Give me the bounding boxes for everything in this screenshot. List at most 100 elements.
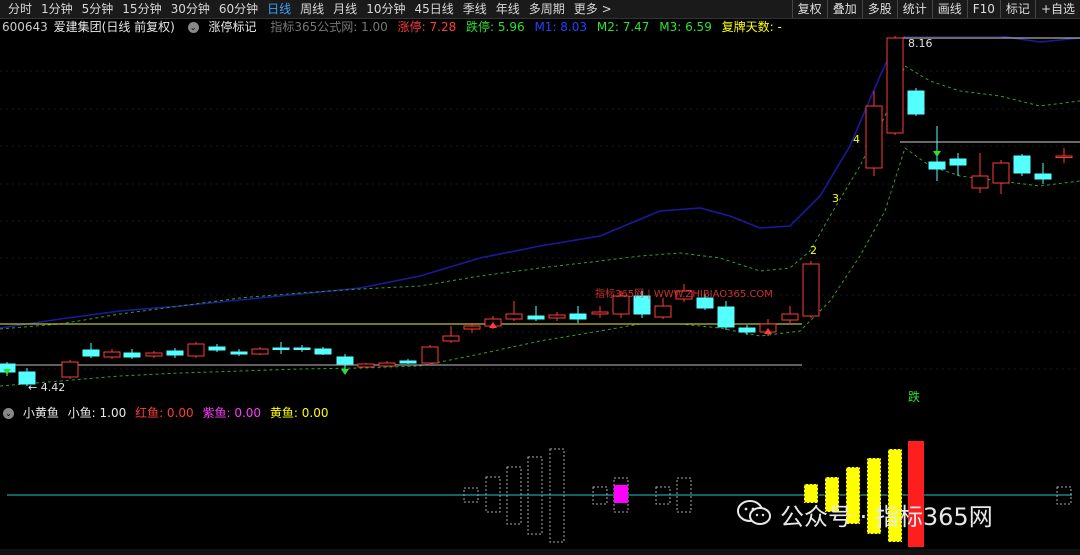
dieting-value: 跌停: 5.96 [466,20,525,34]
period-tab[interactable]: 周线 [296,0,329,18]
candle-body[interactable] [527,315,545,320]
candlestick-chart[interactable]: 8.16 ← 4.42 2 3 4 指标365网 | WWW.ZHIBIAO36… [0,36,1080,404]
candle-body[interactable] [336,356,354,365]
candle-body[interactable] [61,361,79,378]
period-tabs: 分时 1分钟 5分钟 15分钟 30分钟 60分钟 日线 周线 月线 10分钟 45日线 季线 年线 多周… [4,0,617,18]
hongyu-value: 红鱼: 0.00 [135,406,194,420]
candle-body[interactable] [781,313,799,321]
mid-watermark: 指标365网 | WWW.ZHIBIAO365.COM [595,287,773,300]
low-price-label: ← 4.42 [28,381,65,394]
candle-body[interactable] [103,351,121,358]
candle-body[interactable] [463,325,481,330]
m1-value: M1: 8.03 [534,20,588,34]
arrow-down-icon [341,369,349,375]
fupan-days: 复牌天数: - [721,20,782,34]
candle-body[interactable] [230,351,248,355]
toolbar-button[interactable]: +自选 [1034,0,1080,18]
upper-band-line [0,36,1080,329]
huangyu-value: 黄鱼: 0.00 [269,406,329,420]
candle-body[interactable] [591,311,609,315]
period-tab[interactable]: 5分钟 [78,0,119,18]
indicator-bar-purple [614,485,628,503]
candle-body[interactable] [1055,155,1073,158]
wechat-watermark: 公众号 · 指标365网 [780,503,993,531]
candle-body[interactable] [1013,155,1031,174]
candle-body[interactable] [208,346,226,351]
candle-body[interactable] [886,37,904,134]
stock-code: 600643 [2,20,48,34]
period-tab[interactable]: 多周期 [525,0,570,18]
ziyu-value: 紫鱼: 0.00 [202,406,262,420]
period-tab[interactable]: 季线 [459,0,492,18]
candle-body[interactable] [314,348,332,355]
candle-body[interactable] [738,327,756,333]
toolbar: 分时 1分钟 5分钟 15分钟 30分钟 60分钟 日线 周线 月线 10分钟 45日线 季线 年线 多周… [0,0,1080,19]
indicator-title[interactable]: 小黄鱼 [23,406,59,420]
candle-body[interactable] [145,352,163,357]
bottom-axis [0,549,1080,555]
indicator-settings-icon[interactable]: ⌄ [3,408,14,419]
candle-body[interactable] [251,348,269,355]
marker-4: 4 [853,133,860,146]
right-toolbar: 复权 叠加 多股 统计 画线 F10 标记 +自选 [791,0,1080,18]
toolbar-button[interactable]: 叠加 [826,0,862,18]
candle-body[interactable] [82,349,100,357]
die-label: 跌 [908,389,920,404]
toolbar-button[interactable]: F10 [966,0,1000,18]
period-tab[interactable]: 60分钟 [215,0,263,18]
stock-name[interactable]: 爱建集团(日线 前复权) [54,20,175,34]
indicator-name[interactable]: 涨停标记 [208,20,256,34]
marker-2: 2 [810,244,817,257]
candle-body[interactable] [378,362,396,367]
zhangting-value: 涨停: 7.28 [397,20,457,34]
period-tab[interactable]: 月线 [329,0,362,18]
arrow-down-icon [933,151,941,157]
candle-body[interactable] [548,314,566,319]
candle-body[interactable] [399,360,417,364]
source-label: 指标365公式网: 1.00 [270,20,388,34]
candle-body[interactable] [865,105,883,169]
candle-body[interactable] [654,305,672,318]
candle-body[interactable] [1034,173,1052,180]
period-tab[interactable]: 30分钟 [167,0,215,18]
period-tab[interactable]: 1分钟 [37,0,78,18]
candle-body[interactable] [123,352,141,358]
candle-body[interactable] [357,363,375,368]
high-price-label: 8.16 [908,37,933,50]
indicator-header: ⌄ 小黄鱼 小鱼: 1.00 红鱼: 0.00 紫鱼: 0.00 黄鱼: 0.0… [0,404,1080,422]
period-tab[interactable]: 更多 > [570,0,617,18]
candle-body[interactable] [907,90,925,115]
info-bar: 600643 爱建集团(日线 前复权) ⌄ 涨停标记 指标365公式网: 1.0… [0,18,1080,36]
candle-body[interactable] [717,306,735,328]
candle-body[interactable] [293,347,311,350]
candle-body[interactable] [949,158,967,166]
toolbar-button[interactable]: 多股 [861,0,897,18]
period-tab[interactable]: 10分钟 [362,0,410,18]
period-tab[interactable]: 分时 [4,0,37,18]
toolbar-button[interactable]: 统计 [896,0,932,18]
candle-body[interactable] [802,263,820,317]
candle-body[interactable] [442,335,460,342]
candle-body[interactable] [971,175,989,189]
settings-icon[interactable]: ⌄ [187,22,199,33]
period-tab[interactable]: 年线 [492,0,525,18]
candle-body[interactable] [187,343,205,357]
candle-body[interactable] [421,346,439,364]
wechat-icon [737,500,771,525]
marker-3: 3 [832,192,839,205]
candle-body[interactable] [928,161,946,170]
candle-body[interactable] [992,162,1010,184]
period-tab[interactable]: 日线 [263,0,296,18]
candle-body[interactable] [272,347,290,350]
period-tab[interactable]: 15分钟 [118,0,166,18]
period-tab[interactable]: 45日线 [410,0,458,18]
m2-value: M2: 7.47 [596,20,650,34]
candle-body[interactable] [505,313,523,320]
candle-body[interactable] [166,350,184,356]
candles-group [0,36,1073,386]
candle-body[interactable] [569,313,587,320]
toolbar-button[interactable]: 画线 [931,0,967,18]
toolbar-button[interactable]: 复权 [791,0,827,18]
toolbar-button[interactable]: 标记 [999,0,1035,18]
xiaoyu-value: 小鱼: 1.00 [67,406,127,420]
